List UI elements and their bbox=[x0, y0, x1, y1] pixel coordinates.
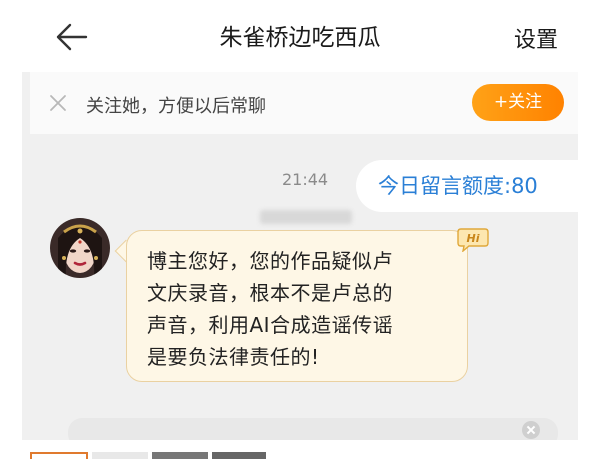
message-line: 声音，利用AI合成造谣传谣 bbox=[147, 313, 394, 337]
hi-badge-text: Hi bbox=[467, 232, 480, 245]
bottom-thumbnail bbox=[92, 452, 148, 459]
bottom-thumbnail bbox=[30, 452, 88, 459]
chat-window: 朱雀桥边吃西瓜 设置 关注她，方便以后常聊 +关注 21:44 今日留言额度:8… bbox=[22, 0, 578, 440]
message-timestamp: 21:44 bbox=[282, 170, 329, 189]
bottom-thumbnail bbox=[152, 452, 208, 459]
clear-icon[interactable] bbox=[522, 421, 540, 439]
avatar[interactable] bbox=[50, 218, 110, 278]
message-line: 博主您好，您的作品疑似卢 bbox=[147, 249, 393, 273]
avatar-image-icon bbox=[50, 218, 110, 278]
message-input[interactable] bbox=[68, 418, 558, 440]
follow-prompt-text: 关注她，方便以后常聊 bbox=[86, 96, 266, 117]
message-line: 文庆录音，根本不是卢总的 bbox=[147, 281, 393, 305]
message-quota-badge: 今日留言额度:80 bbox=[356, 160, 578, 212]
message-line: 是要负法律责任的! bbox=[147, 345, 320, 369]
bottom-thumbnail bbox=[212, 452, 266, 459]
hi-badge-icon: Hi bbox=[457, 228, 489, 252]
received-message-bubble[interactable]: 博主您好，您的作品疑似卢 文庆录音，根本不是卢总的 声音，利用AI合成造谣传谣 … bbox=[126, 230, 468, 382]
settings-button[interactable]: 设置 bbox=[514, 22, 558, 54]
conversation-title: 朱雀桥边吃西瓜 bbox=[219, 25, 381, 51]
close-icon[interactable] bbox=[48, 93, 68, 113]
follow-prompt-bar: 关注她，方便以后常聊 +关注 bbox=[30, 72, 578, 134]
top-bar: 朱雀桥边吃西瓜 设置 bbox=[22, 0, 578, 72]
blurred-text bbox=[260, 210, 352, 224]
follow-button[interactable]: +关注 bbox=[472, 84, 564, 121]
